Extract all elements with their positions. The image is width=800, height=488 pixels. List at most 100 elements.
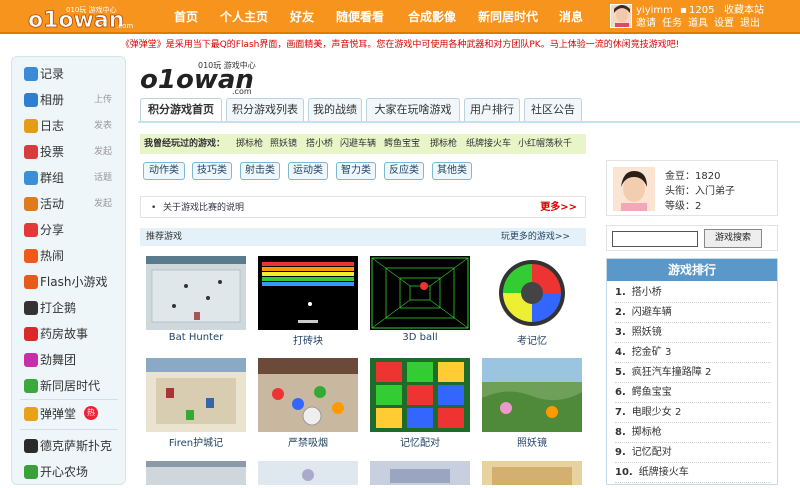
game-name[interactable]: 考记忆 — [472, 332, 592, 347]
game-card-partial[interactable] — [370, 461, 470, 485]
sidebar-item-action[interactable]: 发起 — [94, 191, 112, 217]
game-card[interactable]: 严禁吸烟 — [258, 358, 358, 449]
game-thumbnail-3d-ball[interactable] — [370, 256, 470, 330]
game-thumbnail-bat-hunter[interactable] — [146, 256, 246, 330]
tab-community-notice[interactable]: 社区公告 — [524, 98, 582, 121]
category-shooting[interactable]: 射击类 — [240, 162, 280, 180]
nav-friends[interactable]: 好友 — [290, 0, 314, 34]
played-game-link[interactable]: 闪避车辆 — [340, 134, 376, 154]
profile-photo[interactable] — [613, 167, 655, 211]
game-name[interactable]: Firen护城记 — [136, 434, 256, 449]
more-games-link[interactable]: 玩更多的游戏>> — [501, 228, 570, 246]
sidebar-item[interactable]: 弹弹堂热 — [12, 401, 125, 427]
played-game-link[interactable]: 小红帽荡秋千 — [518, 134, 572, 154]
bookmark-site-link[interactable]: 收藏本站 — [724, 5, 764, 17]
sidebar-item-action[interactable]: 发起 — [94, 139, 112, 165]
ranking-item[interactable]: 4. 挖金矿 3 — [615, 343, 771, 363]
played-game-link[interactable]: 照妖镜 — [270, 134, 297, 154]
game-thumbnail-memory-match[interactable] — [370, 358, 470, 432]
category-skill[interactable]: 技巧类 — [192, 162, 232, 180]
category-sports[interactable]: 运动类 — [288, 162, 328, 180]
nav-messages[interactable]: 消息 — [559, 0, 583, 34]
game-name[interactable]: Bat Hunter — [136, 332, 256, 343]
game-thumbnail-firen[interactable] — [146, 358, 246, 432]
ranking-item[interactable]: 9. 记忆配对 — [615, 443, 771, 463]
game-card-partial[interactable] — [482, 461, 582, 485]
site-logo[interactable]: o1owan 010玩 游戏中心 .com — [26, 2, 144, 33]
username[interactable]: yiyimm — [636, 5, 673, 17]
played-game-link[interactable]: 搭小桥 — [306, 134, 333, 154]
sidebar-item[interactable]: 打企鹅 — [12, 295, 125, 321]
ranking-item[interactable]: 10. 纸牌接火车 — [615, 463, 771, 483]
played-game-link[interactable]: 鳄鱼宝宝 — [384, 134, 420, 154]
user-avatar[interactable] — [610, 4, 632, 28]
nav-new-cohabitation[interactable]: 新同居时代 — [478, 0, 538, 34]
sidebar-item[interactable]: 日志 发表 — [12, 113, 125, 139]
tab-points-game-list[interactable]: 积分游戏列表 — [226, 98, 304, 121]
ranking-item[interactable]: 6. 鳄鱼宝宝 — [615, 383, 771, 403]
played-game-link[interactable]: 掷标枪 — [236, 134, 263, 154]
played-game-link[interactable]: 掷标枪 — [430, 134, 457, 154]
game-card[interactable]: Firen护城记 — [146, 358, 246, 449]
sidebar-item[interactable]: 劲舞团 — [12, 347, 125, 373]
tab-what-everyone-plays[interactable]: 大家在玩啥游戏 — [366, 98, 460, 121]
game-card-partial[interactable] — [146, 461, 246, 485]
game-card[interactable]: Bat Hunter — [146, 256, 246, 346]
played-game-link[interactable]: 纸牌接火车 — [466, 134, 511, 154]
announcement-marquee[interactable]: 《弹弹堂》是采用当下最Q的Flash界面，画面精美，声音悦耳。您在游戏中可使用各… — [0, 37, 800, 53]
sidebar-item[interactable]: Flash小游戏 — [12, 269, 125, 295]
game-search-button[interactable]: 游戏搜索 — [704, 229, 762, 248]
ranking-item[interactable]: 2. 闪避车辆 — [615, 303, 771, 323]
sidebar-item[interactable]: 新同居时代 — [12, 373, 125, 399]
category-other[interactable]: 其他类 — [432, 162, 472, 180]
sidebar-item[interactable]: 活动 发起 — [12, 191, 125, 217]
ranking-item[interactable]: 8. 掷标枪 — [615, 423, 771, 443]
props-link[interactable]: 道具 — [688, 18, 708, 30]
game-name[interactable]: 3D ball — [360, 332, 480, 343]
game-card[interactable]: 照妖镜 — [482, 358, 582, 449]
game-thumbnail-brick-breaker[interactable] — [258, 256, 358, 330]
game-card[interactable]: 打砖块 — [258, 256, 358, 347]
sidebar-item[interactable]: 记录 — [12, 61, 125, 87]
game-card[interactable]: 3D ball — [370, 256, 470, 346]
game-name[interactable]: 严禁吸烟 — [248, 434, 368, 449]
game-card-partial[interactable] — [258, 461, 358, 485]
tab-my-records[interactable]: 我的战绩 — [308, 98, 362, 121]
tab-user-ranking[interactable]: 用户排行 — [464, 98, 520, 121]
sidebar-item-action[interactable]: 上传 — [94, 87, 112, 113]
tasks-link[interactable]: 任务 — [662, 18, 682, 30]
game-card[interactable]: 记忆配对 — [370, 358, 470, 449]
sidebar-item[interactable]: 德克萨斯扑克 — [12, 433, 125, 459]
sidebar-item[interactable]: 群组 话题 — [12, 165, 125, 191]
sidebar-item[interactable]: 开心农场 — [12, 459, 125, 485]
nav-home[interactable]: 首页 — [174, 0, 198, 34]
sidebar-item[interactable]: 投票 发起 — [12, 139, 125, 165]
nav-browse[interactable]: 随便看看 — [336, 0, 384, 34]
game-name[interactable]: 打砖块 — [248, 332, 368, 347]
ranking-item[interactable]: 7. 电眼少女 2 — [615, 403, 771, 423]
sidebar-item[interactable]: 热闹 — [12, 243, 125, 269]
game-thumbnail-memory-test[interactable] — [482, 256, 582, 330]
category-action[interactable]: 动作类 — [143, 162, 185, 180]
tab-points-game-home[interactable]: 积分游戏首页 — [140, 98, 222, 121]
game-name[interactable]: 记忆配对 — [360, 434, 480, 449]
nav-photo-composite[interactable]: 合成影像 — [408, 0, 456, 34]
logout-link[interactable]: 退出 — [740, 18, 760, 30]
game-thumbnail-no-smoking[interactable] — [258, 358, 358, 432]
ranking-item[interactable]: 5. 疯狂汽车撞路障 2 — [615, 363, 771, 383]
invite-link[interactable]: 邀请 — [636, 18, 656, 30]
game-card[interactable]: 考记忆 — [482, 256, 582, 347]
game-thumbnail-demon-mirror[interactable] — [482, 358, 582, 432]
game-search-input[interactable] — [612, 231, 698, 247]
game-name[interactable]: 照妖镜 — [472, 434, 592, 449]
ranking-item[interactable]: 3. 照妖镜 — [615, 323, 771, 343]
sidebar-item-action[interactable]: 发表 — [94, 113, 112, 139]
sidebar-item[interactable]: 分享 — [12, 217, 125, 243]
sidebar-item-action[interactable]: 话题 — [94, 165, 112, 191]
notice-link[interactable]: 关于游戏比赛的说明 — [163, 197, 244, 219]
nav-personal-home[interactable]: 个人主页 — [220, 0, 268, 34]
ranking-item[interactable]: 1. 搭小桥 — [615, 283, 771, 303]
sidebar-item[interactable]: 药房故事 — [12, 321, 125, 347]
notice-more-link[interactable]: 更多>> — [540, 197, 577, 219]
category-reaction[interactable]: 反应类 — [384, 162, 424, 180]
